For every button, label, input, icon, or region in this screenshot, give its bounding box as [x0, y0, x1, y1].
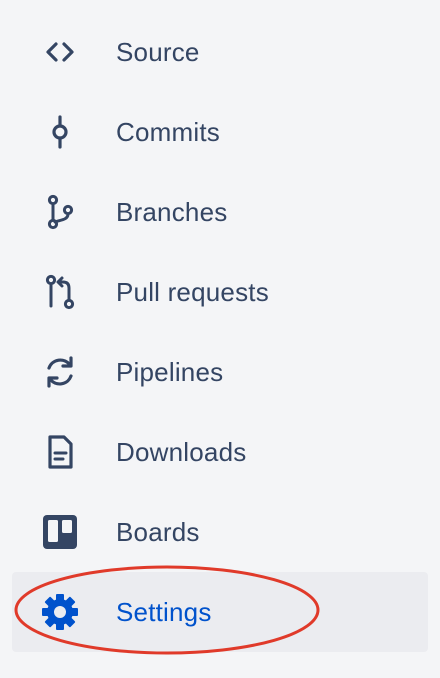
sidebar-item-source[interactable]: Source — [12, 12, 428, 92]
sidebar-item-downloads[interactable]: Downloads — [12, 412, 428, 492]
sidebar-item-label: Pull requests — [116, 277, 269, 307]
pull-request-icon — [40, 272, 80, 312]
sidebar-item-branches[interactable]: Branches — [12, 172, 428, 252]
sidebar-item-label: Downloads — [116, 437, 247, 467]
sidebar-item-pipelines[interactable]: Pipelines — [12, 332, 428, 412]
sidebar-item-label: Source — [116, 37, 200, 67]
board-icon — [40, 512, 80, 552]
sidebar-item-label: Settings — [116, 597, 212, 627]
sidebar-item-label: Pipelines — [116, 357, 224, 387]
repository-sidebar-nav: Source Commits Branches Pull requests Pi… — [0, 0, 440, 678]
sidebar-item-commits[interactable]: Commits — [12, 92, 428, 172]
sidebar-item-settings[interactable]: Settings — [12, 572, 428, 652]
sidebar-item-boards[interactable]: Boards — [12, 492, 428, 572]
branch-icon — [40, 192, 80, 232]
sidebar-item-pull-requests[interactable]: Pull requests — [12, 252, 428, 332]
pipelines-icon — [40, 352, 80, 392]
code-icon — [40, 32, 80, 72]
gear-icon — [40, 592, 80, 632]
commit-icon — [40, 112, 80, 152]
sidebar-item-label: Boards — [116, 517, 200, 547]
document-icon — [40, 432, 80, 472]
sidebar-item-label: Commits — [116, 117, 220, 147]
sidebar-item-label: Branches — [116, 197, 228, 227]
